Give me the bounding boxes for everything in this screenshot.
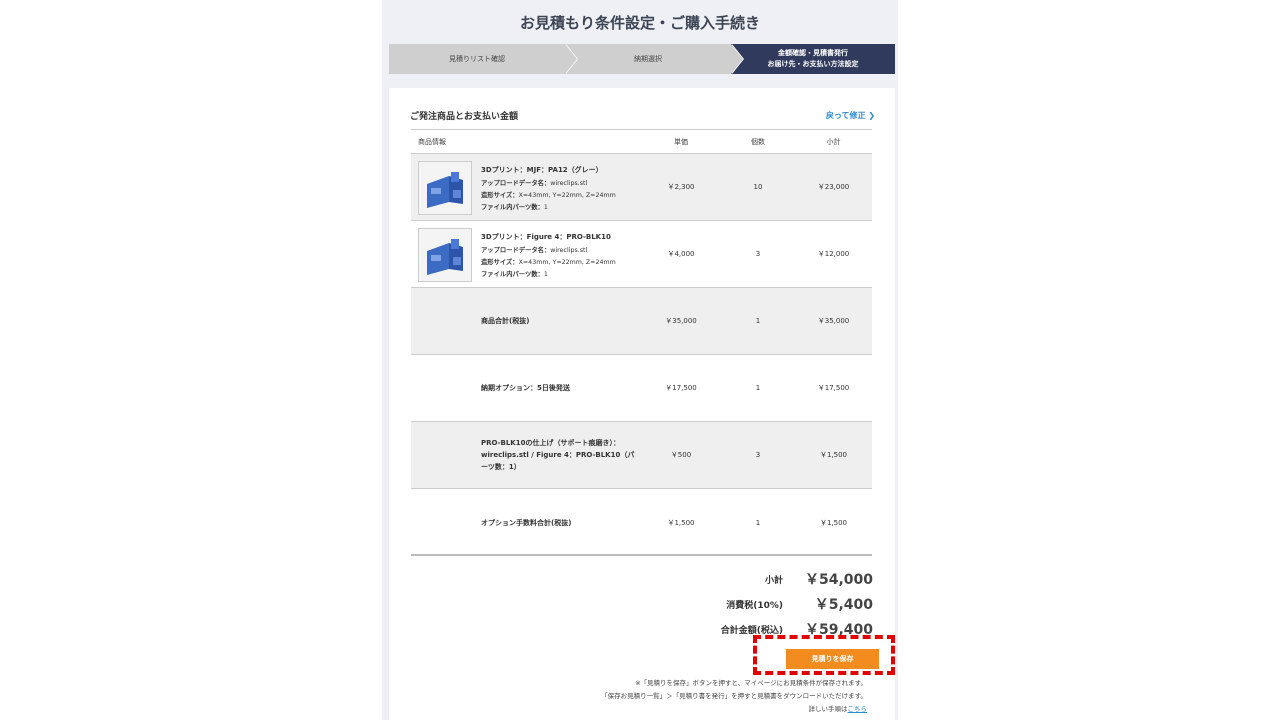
details-prefix: 詳しい手順は — [808, 705, 848, 713]
progress-steps: 見積りリスト確認 納期選択 金額確認・見積書発行 お届け先・お支払い方法設定 — [389, 44, 895, 74]
step-label: 見積りリスト確認 — [449, 55, 505, 63]
row-subtotal: ￥1,500 — [819, 451, 848, 459]
row-subtotal: ￥35,000 — [817, 317, 850, 325]
highlight-box — [753, 635, 895, 675]
step-label-line2: お届け先・お支払い方法設定 — [767, 60, 859, 68]
table-header: 商品情報 単価 個数 小計 — [411, 129, 872, 154]
product-name: 3Dプリント：Figure 4：PRO-BLK10 — [481, 233, 611, 241]
step-quote-list: 見積りリスト確認 — [389, 44, 565, 74]
header-subtotal: 小計 — [826, 137, 841, 146]
quantity: 1 — [755, 384, 761, 392]
page-title: お見積もり条件設定・ご購入手続き — [519, 14, 760, 32]
row-subtotal: ￥23,000 — [817, 183, 850, 191]
wire-clip-model-image — [419, 229, 471, 281]
table-row: 3Dプリント：Figure 4：PRO-BLK10 アップロードデータ名：wir… — [411, 221, 872, 288]
section-title: ご発注商品とお支払い金額 — [410, 112, 519, 122]
quantity: 1 — [755, 518, 761, 527]
header-qty: 個数 — [751, 137, 765, 146]
tax-value: ￥5,400 — [814, 597, 873, 613]
main-frame: お見積もり条件設定・ご購入手続き 見積りリスト確認 納期選択 金額確認・見積書発… — [382, 0, 898, 720]
tax-row: 消費税(10%) ￥5,400 — [726, 594, 873, 614]
product-size: 造形サイズ：X=43mm, Y=22mm, Z=24mm — [481, 192, 616, 199]
total-label: 合計金額(税込) — [720, 625, 783, 636]
unit-price: ￥35,000 — [665, 317, 697, 325]
order-card: ご発注商品とお支払い金額 戻って修正 ❯ 商品情報 単価 個数 小計 3Dプリン… — [389, 88, 895, 720]
row-subtotal: ￥1,500 — [819, 518, 848, 527]
wire-clip-model-image — [419, 162, 471, 214]
chevron-right-icon: ❯ — [868, 111, 875, 120]
row-subtotal: ￥17,500 — [817, 384, 850, 392]
step-confirm-current: 金額確認・見積書発行 お届け先・お支払い方法設定 — [731, 44, 895, 74]
unit-price: ￥500 — [670, 451, 692, 459]
unit-price: ￥2,300 — [667, 183, 695, 191]
table-row: 商品合計(税抜) ￥35,000 1 ￥35,000 — [411, 288, 872, 355]
save-note: ※「見積りを保存」ボタンを押すと、マイページにお見積条件が保存されます。 — [635, 679, 867, 687]
product-info: 3Dプリント：MJF：PA12（グレー） アップロードデータ名：wireclip… — [481, 164, 641, 214]
subtotal-value: ￥54,000 — [804, 572, 873, 588]
step-label: 納期選択 — [634, 55, 662, 63]
quantity: 1 — [755, 317, 761, 325]
table-row: オプション手数料合計(税抜) ￥1,500 1 ￥1,500 — [411, 489, 872, 556]
header-price: 単価 — [674, 137, 688, 146]
step-arrow — [565, 44, 577, 74]
details-note: 詳しい手順はこちら — [809, 703, 868, 713]
tax-label: 消費税(10%) — [726, 600, 783, 611]
step-delivery-date: 納期選択 — [565, 44, 731, 74]
product-upload: アップロードデータ名：wireclips.stl — [481, 247, 588, 254]
product-upload: アップロードデータ名：wireclips.stl — [481, 180, 588, 187]
row-label: 商品合計(税抜) — [481, 317, 530, 325]
back-link-label[interactable]: 戻って修正 — [826, 111, 866, 120]
product-info: 3Dプリント：Figure 4：PRO-BLK10 アップロードデータ名：wir… — [481, 231, 641, 281]
step-label-line1: 金額確認・見積書発行 — [778, 49, 848, 57]
row-label: オプション手数料合計(税抜) — [481, 518, 572, 527]
quantity: 3 — [755, 451, 761, 459]
quantity: 10 — [753, 183, 763, 191]
table-row: PRO-BLK10の仕上げ（サポート痕磨き）：wireclips.stl / F… — [411, 422, 872, 489]
table-bottom-divider — [411, 554, 872, 556]
back-to-edit-link[interactable]: 戻って修正 ❯ — [826, 110, 875, 121]
subtotal-row: 小計 ￥54,000 — [765, 569, 873, 589]
table-row: 納期オプション：5日後発送 ￥17,500 1 ￥17,500 — [411, 355, 872, 422]
product-parts: ファイル内パーツ数：1 — [481, 204, 548, 211]
product-size: 造形サイズ：X=43mm, Y=22mm, Z=24mm — [481, 259, 616, 266]
row-label: PRO-BLK10の仕上げ（サポート痕磨き）：wireclips.stl / F… — [481, 439, 635, 471]
product-thumbnail — [418, 228, 472, 282]
details-link[interactable]: こちら — [848, 705, 868, 713]
unit-price: ￥17,500 — [665, 384, 697, 392]
step-arrow — [731, 44, 743, 74]
row-subtotal: ￥12,000 — [817, 250, 850, 258]
header-info: 商品情報 — [418, 137, 446, 146]
quantity: 3 — [755, 250, 761, 258]
row-label: 納期オプション：5日後発送 — [481, 384, 570, 392]
unit-price: ￥4,000 — [667, 250, 695, 258]
order-table: 商品情報 単価 個数 小計 3Dプリント：MJF：PA12（グレー） アップロー… — [411, 129, 872, 556]
product-name: 3Dプリント：MJF：PA12（グレー） — [481, 166, 603, 174]
unit-price: ￥1,500 — [667, 518, 695, 527]
product-parts: ファイル内パーツ数：1 — [481, 271, 548, 278]
table-row: 3Dプリント：MJF：PA12（グレー） アップロードデータ名：wireclip… — [411, 154, 872, 221]
download-note: 「保存お見積り一覧」＞「見積り書を発行」を押すと見積書をダウンロードいただけます… — [601, 692, 867, 700]
subtotal-label: 小計 — [764, 575, 783, 586]
product-thumbnail — [418, 161, 472, 215]
